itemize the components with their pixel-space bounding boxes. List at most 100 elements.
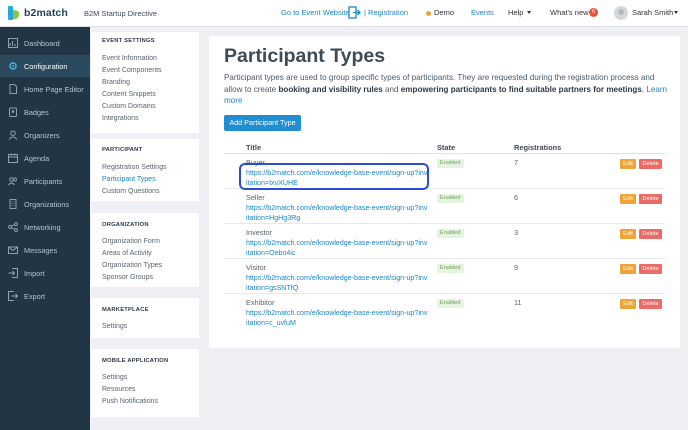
demo-status-dot: [426, 11, 431, 16]
edit-button[interactable]: Edit: [620, 299, 636, 309]
b2match-logo-icon: [8, 6, 20, 20]
sidebar-item-label: Messages: [24, 245, 58, 255]
help-menu[interactable]: Help: [508, 8, 523, 17]
subnav-link-custom-questions[interactable]: Custom Questions: [102, 188, 160, 195]
subnav-link-mobile-settings[interactable]: Settings: [102, 374, 127, 381]
column-header-state: State: [437, 143, 456, 152]
subnav-link-participant-types[interactable]: Participant Types: [102, 176, 156, 183]
status-badge: Enabled: [437, 264, 464, 273]
subnav-link-areas-of-activity[interactable]: Areas of Activity: [102, 250, 152, 257]
sidebar-item-label: Configuration: [24, 61, 68, 71]
sidebar-item-organizers[interactable]: Organizers: [0, 124, 90, 146]
user-name[interactable]: Sarah Smith: [632, 8, 673, 17]
subnav-section-mobile-application: MOBILE APPLICATION Settings Resources Pu…: [91, 349, 199, 417]
sidebar-item-label: Organizers: [24, 130, 60, 140]
subnav-link-push-notifications[interactable]: Push Notifications: [102, 398, 158, 405]
subnav-link-resources[interactable]: Resources: [102, 386, 135, 393]
subnav-link-integrations[interactable]: Integrations: [102, 115, 139, 122]
delete-button[interactable]: Delete: [639, 229, 662, 239]
delete-button[interactable]: Delete: [639, 194, 662, 204]
sidebar-item-label: Home Page Editor: [24, 84, 84, 94]
page-title: Participant Types: [224, 45, 386, 67]
subnav-link-registration-settings[interactable]: Registration Settings: [102, 164, 167, 171]
sidebar-item-label: Import: [24, 268, 45, 278]
delete-button[interactable]: Delete: [639, 264, 662, 274]
subnav-section-marketplace: MARKETPLACE Settings: [91, 298, 199, 338]
registrations-count: 9: [514, 263, 519, 272]
table-row: Seller https://b2match.com/e/knowledge-b…: [224, 189, 665, 224]
import-icon: [8, 268, 18, 278]
user-avatar[interactable]: [614, 6, 628, 20]
add-participant-type-button[interactable]: Add Participant Type: [224, 115, 301, 131]
status-badge: Enabled: [437, 159, 464, 168]
demo-label[interactable]: Demo: [434, 8, 454, 17]
subnav-link-custom-domains[interactable]: Custom Domains: [102, 103, 156, 110]
sidebar-item-organizations[interactable]: Organizations: [0, 193, 90, 215]
registrations-count: 11: [514, 298, 522, 307]
subnav-link-organization-form[interactable]: Organization Form: [102, 238, 160, 245]
subnav-link-marketplace-settings[interactable]: Settings: [102, 323, 127, 330]
participant-type-title: Investor: [246, 228, 272, 237]
column-header-title: Title: [246, 143, 262, 152]
edit-button[interactable]: Edit: [620, 194, 636, 204]
subnav-heading: PARTICIPANT: [102, 147, 143, 153]
edit-button[interactable]: Edit: [620, 229, 636, 239]
calendar-icon: [8, 153, 18, 163]
event-title: B2M Startup Directive: [84, 9, 157, 18]
sidebar-item-label: Export: [24, 291, 46, 301]
export-icon: [8, 291, 18, 301]
top-bar: b2match B2M Startup Directive Go to Even…: [0, 0, 688, 27]
delete-button[interactable]: Delete: [639, 299, 662, 309]
edit-button[interactable]: Edit: [620, 264, 636, 274]
subnav-link-content-snippets[interactable]: Content Snippets: [102, 91, 156, 98]
registration-link[interactable]: | Registration: [364, 8, 408, 17]
sidebar-item-participants[interactable]: Participants: [0, 170, 90, 192]
help-caret-icon[interactable]: [527, 11, 531, 14]
events-link[interactable]: Events: [471, 8, 494, 17]
subnav-heading: MOBILE APPLICATION: [102, 358, 169, 364]
sidebar-item-networking[interactable]: Networking: [0, 216, 90, 238]
table-row: Visitor https://b2match.com/e/knowledge-…: [224, 259, 665, 294]
go-to-event-website-link[interactable]: Go to Event Website: [281, 8, 350, 17]
brand-name: b2match: [24, 7, 68, 19]
brand-logo[interactable]: b2match: [8, 6, 68, 20]
subnav-link-organization-types[interactable]: Organization Types: [102, 262, 162, 269]
sidebar-item-label: Agenda: [24, 153, 50, 163]
sidebar-item-label: Badges: [24, 107, 49, 117]
configuration-subnav: EVENT SETTINGS Event Information Event C…: [90, 27, 201, 430]
participant-types-panel: Participant Types Participant types are …: [209, 36, 680, 348]
registrations-count: 6: [514, 193, 519, 202]
invitation-link[interactable]: https://b2match.com/e/knowledge-base-eve…: [246, 238, 428, 258]
main-sidebar: Dashboard Configuration Home Page Editor…: [0, 27, 90, 430]
sidebar-item-label: Dashboard: [24, 38, 60, 48]
edit-button[interactable]: Edit: [620, 159, 636, 169]
subnav-heading: ORGANIZATION: [102, 222, 149, 228]
registrations-count: 3: [514, 228, 519, 237]
sidebar-item-home-page-editor[interactable]: Home Page Editor: [0, 78, 90, 100]
network-icon: [8, 222, 18, 232]
sidebar-item-badges[interactable]: Badges: [0, 101, 90, 123]
subnav-section-organization: ORGANIZATION Organization Form Areas of …: [91, 213, 199, 287]
sidebar-item-import[interactable]: Import: [0, 262, 90, 284]
invitation-link[interactable]: https://b2match.com/e/knowledge-base-eve…: [246, 273, 428, 293]
dashboard-icon: [8, 38, 18, 48]
subnav-heading: MARKETPLACE: [102, 307, 149, 313]
invitation-link[interactable]: https://b2match.com/e/knowledge-base-eve…: [246, 203, 428, 223]
subnav-link-event-information[interactable]: Event Information: [102, 55, 157, 62]
sidebar-item-messages[interactable]: Messages: [0, 239, 90, 261]
exit-link-icon[interactable]: [348, 6, 361, 19]
whats-new-button[interactable]: What's new: [550, 8, 589, 17]
subnav-link-branding[interactable]: Branding: [102, 79, 130, 86]
sidebar-item-dashboard[interactable]: Dashboard: [0, 32, 90, 54]
user-icon: [8, 130, 18, 140]
gear-icon: [8, 61, 18, 71]
subnav-link-sponsor-groups[interactable]: Sponsor Groups: [102, 274, 153, 281]
sidebar-item-agenda[interactable]: Agenda: [0, 147, 90, 169]
status-badge: Enabled: [437, 299, 464, 308]
sidebar-item-export[interactable]: Export: [0, 285, 90, 307]
invitation-link[interactable]: https://b2match.com/e/knowledge-base-eve…: [246, 308, 428, 328]
delete-button[interactable]: Delete: [639, 159, 662, 169]
user-menu-caret-icon[interactable]: [674, 11, 678, 14]
subnav-link-event-components[interactable]: Event Components: [102, 67, 162, 74]
sidebar-item-configuration[interactable]: Configuration: [0, 55, 90, 77]
